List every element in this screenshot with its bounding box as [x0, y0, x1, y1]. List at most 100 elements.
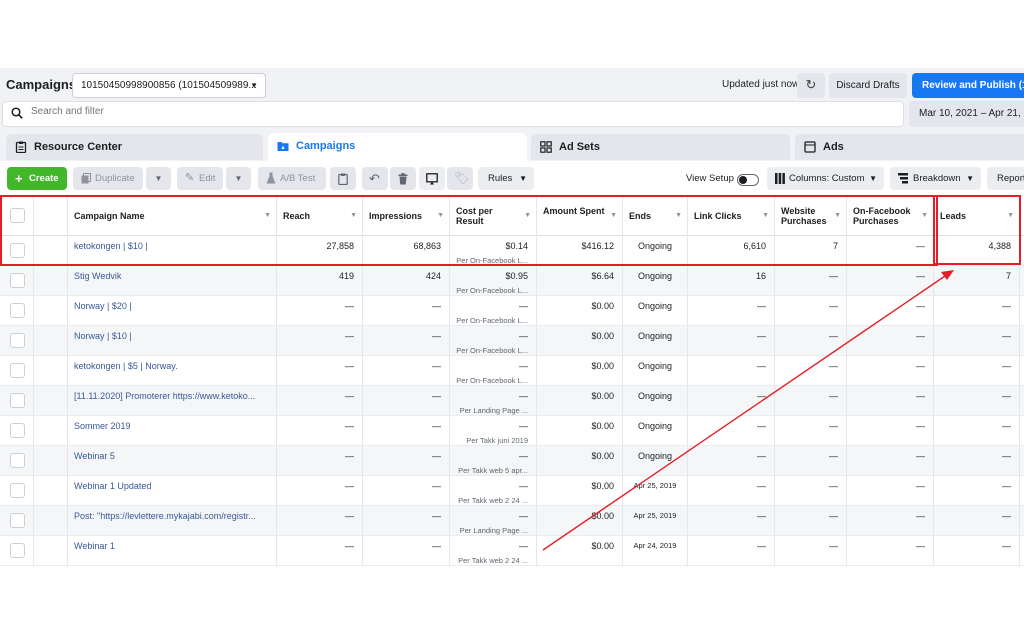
header-website-purchases[interactable]: Website Purchases ▼ [775, 196, 847, 236]
table-row[interactable]: Post: "https://levlettere.mykajabi.com/r… [0, 506, 1024, 536]
row-checkbox[interactable] [10, 303, 25, 318]
account-selector[interactable]: 10150450998900856 (101504509989... ▼ [72, 73, 266, 98]
cell-spent: $0.00 [537, 536, 623, 566]
cell-reach: — [277, 326, 363, 356]
edit-button[interactable]: ✎ Edit [177, 167, 223, 190]
row-checkbox[interactable] [10, 333, 25, 348]
campaign-name-link[interactable]: ketokongen | $5 | Norway. [68, 361, 178, 371]
cell-reach: — [277, 356, 363, 386]
cell-value: $0.00 [591, 511, 614, 521]
header-cost-per-result[interactable]: Cost per Result ▼ [450, 196, 537, 236]
rules-button[interactable]: Rules ▼ [478, 167, 534, 190]
refresh-button[interactable]: ↻ [797, 73, 825, 98]
duplicate-dropdown[interactable]: ▼ [146, 167, 171, 190]
cell-reach: — [277, 536, 363, 566]
header-impressions[interactable]: Impressions ▼ [363, 196, 450, 236]
row-checkbox[interactable] [10, 453, 25, 468]
campaign-name-link[interactable]: Norway | $10 | [68, 331, 132, 341]
header-link-clicks[interactable]: Link Clicks ▼ [688, 196, 775, 236]
view-setup-toggle[interactable] [737, 174, 759, 186]
header-amount-spent[interactable]: Amount Spent ▼ [537, 196, 623, 236]
campaign-name-link[interactable]: Stig Wedvik [68, 271, 121, 281]
cell-web-purch: — [775, 416, 847, 446]
tab-ads[interactable]: Ads [795, 134, 1024, 160]
ab-test-button[interactable]: A/B Test [258, 167, 326, 190]
row-checkbox[interactable] [10, 243, 25, 258]
reports-button[interactable]: Report [987, 167, 1024, 190]
campaign-name-link[interactable]: Webinar 5 [68, 451, 115, 461]
tab-campaigns[interactable]: Campaigns [268, 133, 527, 161]
cost-per-result-subtitle: Per Takk web 5 apr... [458, 466, 528, 475]
table-row[interactable]: Webinar 5 — — — Per Takk web 5 apr... $0.00 On… [0, 446, 1024, 476]
campaign-name-link[interactable]: Norway | $20 | [68, 301, 132, 311]
tag-button[interactable]: 🏷 [447, 167, 473, 190]
cell-name: ketokongen | $10 | [68, 236, 277, 266]
row-toggle-cell [34, 296, 68, 326]
row-checkbox[interactable] [10, 273, 25, 288]
row-toggle-cell [34, 446, 68, 476]
campaign-name-link[interactable]: Post: "https://levlettere.mykajabi.com/r… [68, 511, 256, 521]
campaign-name-link[interactable]: ketokongen | $10 | [68, 241, 148, 251]
table-row[interactable]: [11.11.2020] Promoterer https://www.keto… [0, 386, 1024, 416]
header-on-facebook-purchases[interactable]: On-Facebook Purchases ▼ [847, 196, 934, 236]
cell-ends: Ongoing [623, 326, 688, 356]
tab-resource-center[interactable]: Resource Center [6, 134, 263, 160]
cell-impressions: — [363, 446, 450, 476]
table-row[interactable]: Norway | $20 | — — — Per On-Facebook L... $0.… [0, 296, 1024, 326]
search-input[interactable] [31, 106, 531, 117]
table-row[interactable]: Webinar 1 Updated — — — Per Takk web 2 24 ..… [0, 476, 1024, 506]
campaign-name-link[interactable]: Webinar 1 Updated [68, 481, 151, 491]
edit-dropdown[interactable]: ▼ [226, 167, 251, 190]
row-checkbox[interactable] [10, 513, 25, 528]
cell-impressions: — [363, 296, 450, 326]
breakdown-button[interactable]: Breakdown ▼ [890, 167, 981, 190]
table-row[interactable]: Norway | $10 | — — — Per On-Facebook L... $0.… [0, 326, 1024, 356]
cell-fb-purch: — [847, 416, 934, 446]
header-reach[interactable]: Reach ▼ [277, 196, 363, 236]
row-checkbox[interactable] [10, 483, 25, 498]
cell-fb-purch: — [847, 356, 934, 386]
date-range-picker[interactable]: Mar 10, 2021 – Apr 21, 20 [909, 101, 1024, 127]
table-row[interactable]: ketokongen | $10 | 27,858 68,863 $0.14 Per O… [0, 236, 1024, 266]
review-publish-button[interactable]: Review and Publish (1) [912, 73, 1024, 98]
select-all-checkbox[interactable] [10, 208, 25, 223]
search-bar[interactable] [2, 101, 904, 127]
header-ends[interactable]: Ends ▼ [623, 196, 688, 236]
cell-value: — [757, 361, 766, 371]
campaign-name-link[interactable]: [11.11.2020] Promoterer https://www.keto… [68, 391, 255, 401]
campaign-name-link[interactable]: Webinar 1 [68, 541, 115, 551]
create-button[interactable]: + Create [7, 167, 67, 190]
cost-per-result-subtitle: Per Takk juni 2019 [466, 436, 528, 445]
row-checkbox[interactable] [10, 543, 25, 558]
row-checkbox[interactable] [10, 363, 25, 378]
tab-ad-sets[interactable]: Ad Sets [531, 134, 790, 160]
header-campaign-name[interactable]: Campaign Name ▼ [68, 196, 277, 236]
row-checkbox[interactable] [10, 423, 25, 438]
row-checkbox[interactable] [10, 393, 25, 408]
cost-per-result-subtitle: Per Landing Page ... [459, 526, 528, 535]
discard-drafts-button[interactable]: Discard Drafts [829, 73, 907, 98]
delete-button[interactable] [390, 167, 416, 190]
undo-button[interactable]: ↶ [362, 167, 388, 190]
cell-spent: $416.12 [537, 236, 623, 266]
cell-value: — [1002, 541, 1011, 551]
table-row[interactable]: ketokongen | $5 | Norway. — — — Per On-Faceb… [0, 356, 1024, 386]
clipboard-button[interactable] [330, 167, 356, 190]
cell-cpr: — Per Takk web 5 apr... [450, 446, 537, 476]
duplicate-button[interactable]: Duplicate [73, 167, 143, 190]
table-row[interactable]: Stig Wedvik 419 424 $0.95 Per On-Facebook L.… [0, 266, 1024, 296]
cell-clicks: — [688, 476, 775, 506]
row-toggle-cell [34, 386, 68, 416]
table-row[interactable]: Sommer 2019 — — — Per Takk juni 2019 $0.00 Ong… [0, 416, 1024, 446]
preview-button[interactable] [419, 167, 445, 190]
updated-status: Updated just now [722, 79, 800, 90]
columns-button[interactable]: Columns: Custom ▼ [767, 167, 884, 190]
row-toggle-cell [34, 536, 68, 566]
campaign-name-link[interactable]: Sommer 2019 [68, 421, 131, 431]
cell-value: — [829, 481, 838, 491]
cost-per-result-subtitle: Per On-Facebook L... [456, 316, 528, 325]
cell-value: — [519, 511, 528, 521]
cell-ends: Ongoing [623, 416, 688, 446]
header-leads[interactable]: Leads ▼ [934, 196, 1020, 236]
table-row[interactable]: Webinar 1 — — — Per Takk web 2 24 ... $0.00 Ap… [0, 536, 1024, 566]
